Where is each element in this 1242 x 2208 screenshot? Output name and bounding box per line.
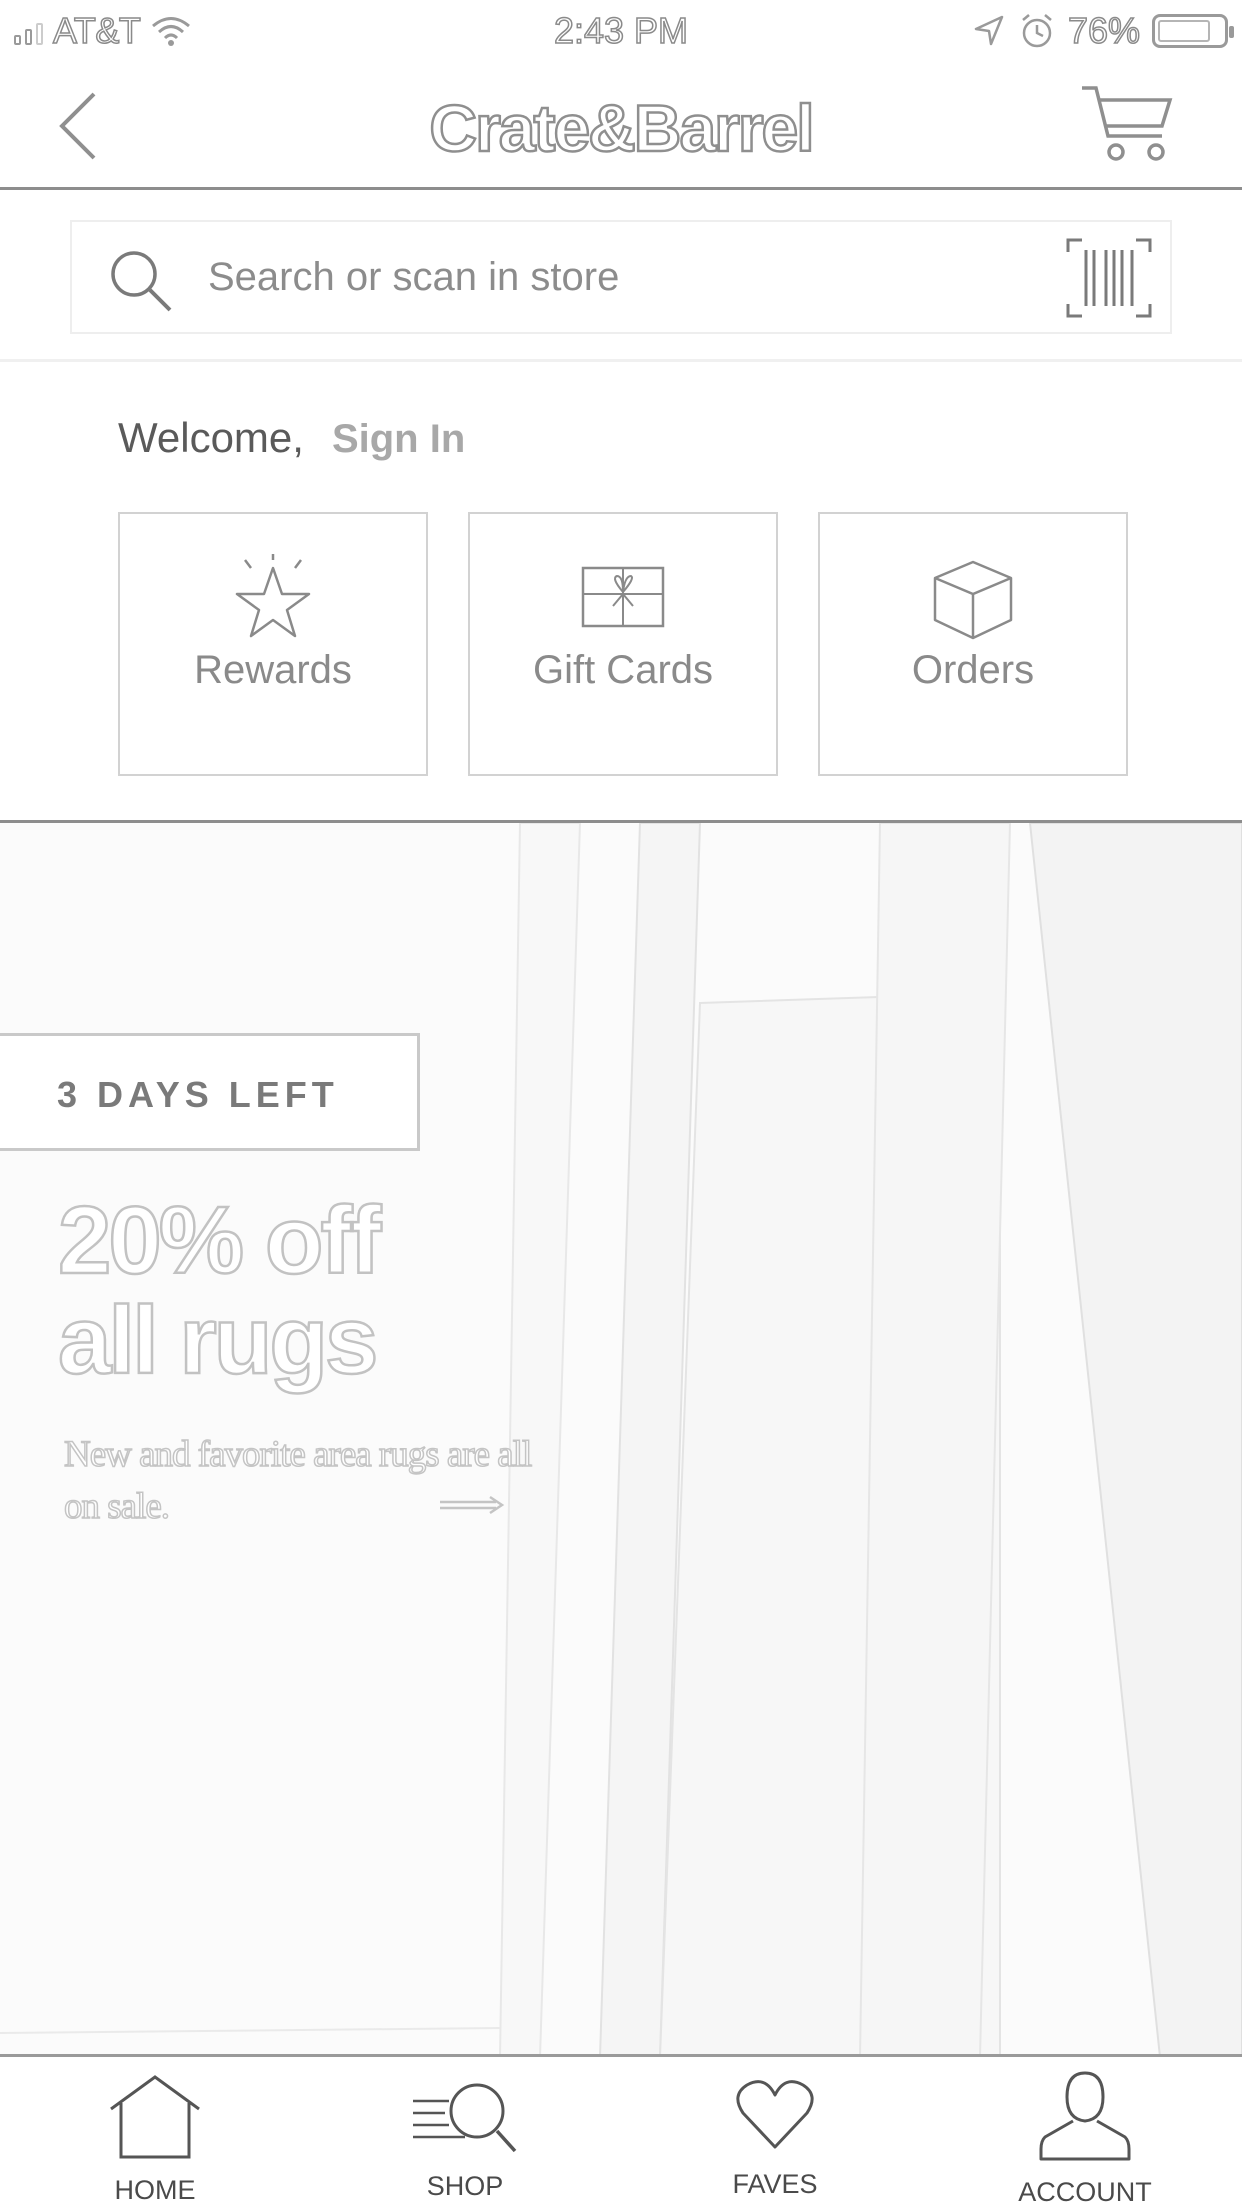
quick-links: Rewards Gift Cards Orders: [118, 512, 1128, 776]
welcome-row: Welcome, Sign In: [118, 414, 465, 462]
battery-icon: [1152, 14, 1234, 48]
bottom-tab-bar: HOME SHOP FAVES ACCOUNT: [0, 2054, 1242, 2208]
app-header: Crate&Barrel: [0, 62, 1242, 190]
tab-faves-label: FAVES: [732, 2169, 818, 2199]
star-icon: [235, 554, 311, 638]
status-bar-right: 76%: [972, 9, 1234, 52]
tab-faves[interactable]: FAVES: [620, 2057, 930, 2208]
gift-card-icon: [581, 566, 665, 628]
shop-search-icon: [413, 2083, 517, 2153]
person-icon: [1039, 2071, 1131, 2161]
tab-account[interactable]: ACCOUNT: [930, 2057, 1240, 2208]
orders-label: Orders: [911, 648, 1035, 692]
alarm-icon: [1022, 14, 1052, 48]
heart-icon: [736, 2080, 814, 2149]
welcome-label: Welcome,: [118, 414, 304, 461]
days-left-badge: 3 DAYS LEFT: [0, 1033, 420, 1151]
search-bar[interactable]: [70, 220, 1172, 334]
barcode-icon: [1066, 238, 1152, 318]
box-icon: [933, 560, 1013, 640]
tab-account-label: ACCOUNT: [1018, 2177, 1152, 2207]
promo-subtext: New and favorite area rugs are all on sa…: [63, 1433, 533, 1528]
location-icon: [974, 15, 1004, 46]
cart-icon: [1082, 86, 1173, 161]
days-left-text: 3 DAYS LEFT: [57, 1074, 339, 1115]
cart-button[interactable]: [1078, 80, 1178, 170]
tab-home[interactable]: HOME: [0, 2057, 310, 2208]
scan-button[interactable]: [1064, 236, 1154, 320]
sign-in-link[interactable]: Sign In: [332, 417, 465, 462]
tab-shop-label: SHOP: [426, 2171, 504, 2201]
gift-cards-label: Gift Cards: [532, 648, 714, 692]
rewards-tile[interactable]: Rewards: [118, 512, 428, 776]
battery-percent: 76%: [1067, 9, 1141, 52]
tab-home-label: HOME: [114, 2175, 196, 2205]
rewards-label: Rewards: [194, 648, 352, 692]
tab-shop[interactable]: SHOP: [310, 2057, 620, 2208]
orders-tile[interactable]: Orders: [818, 512, 1128, 776]
status-bar: AT&T 2:43 PM 76%: [0, 0, 1242, 62]
search-input[interactable]: [208, 222, 1008, 332]
arrow-right-icon[interactable]: [440, 1493, 506, 1517]
search-icon: [111, 251, 172, 312]
search-section: [0, 190, 1242, 362]
promo-headline: 20% off all rugs: [57, 1187, 383, 1394]
gift-cards-tile[interactable]: Gift Cards: [468, 512, 778, 776]
promo-banner[interactable]: 3 DAYS LEFT 20% off all rugs New and fav…: [0, 820, 1242, 2054]
brand-logo[interactable]: Crate&Barrel: [0, 90, 1242, 167]
home-icon: [110, 2075, 200, 2159]
